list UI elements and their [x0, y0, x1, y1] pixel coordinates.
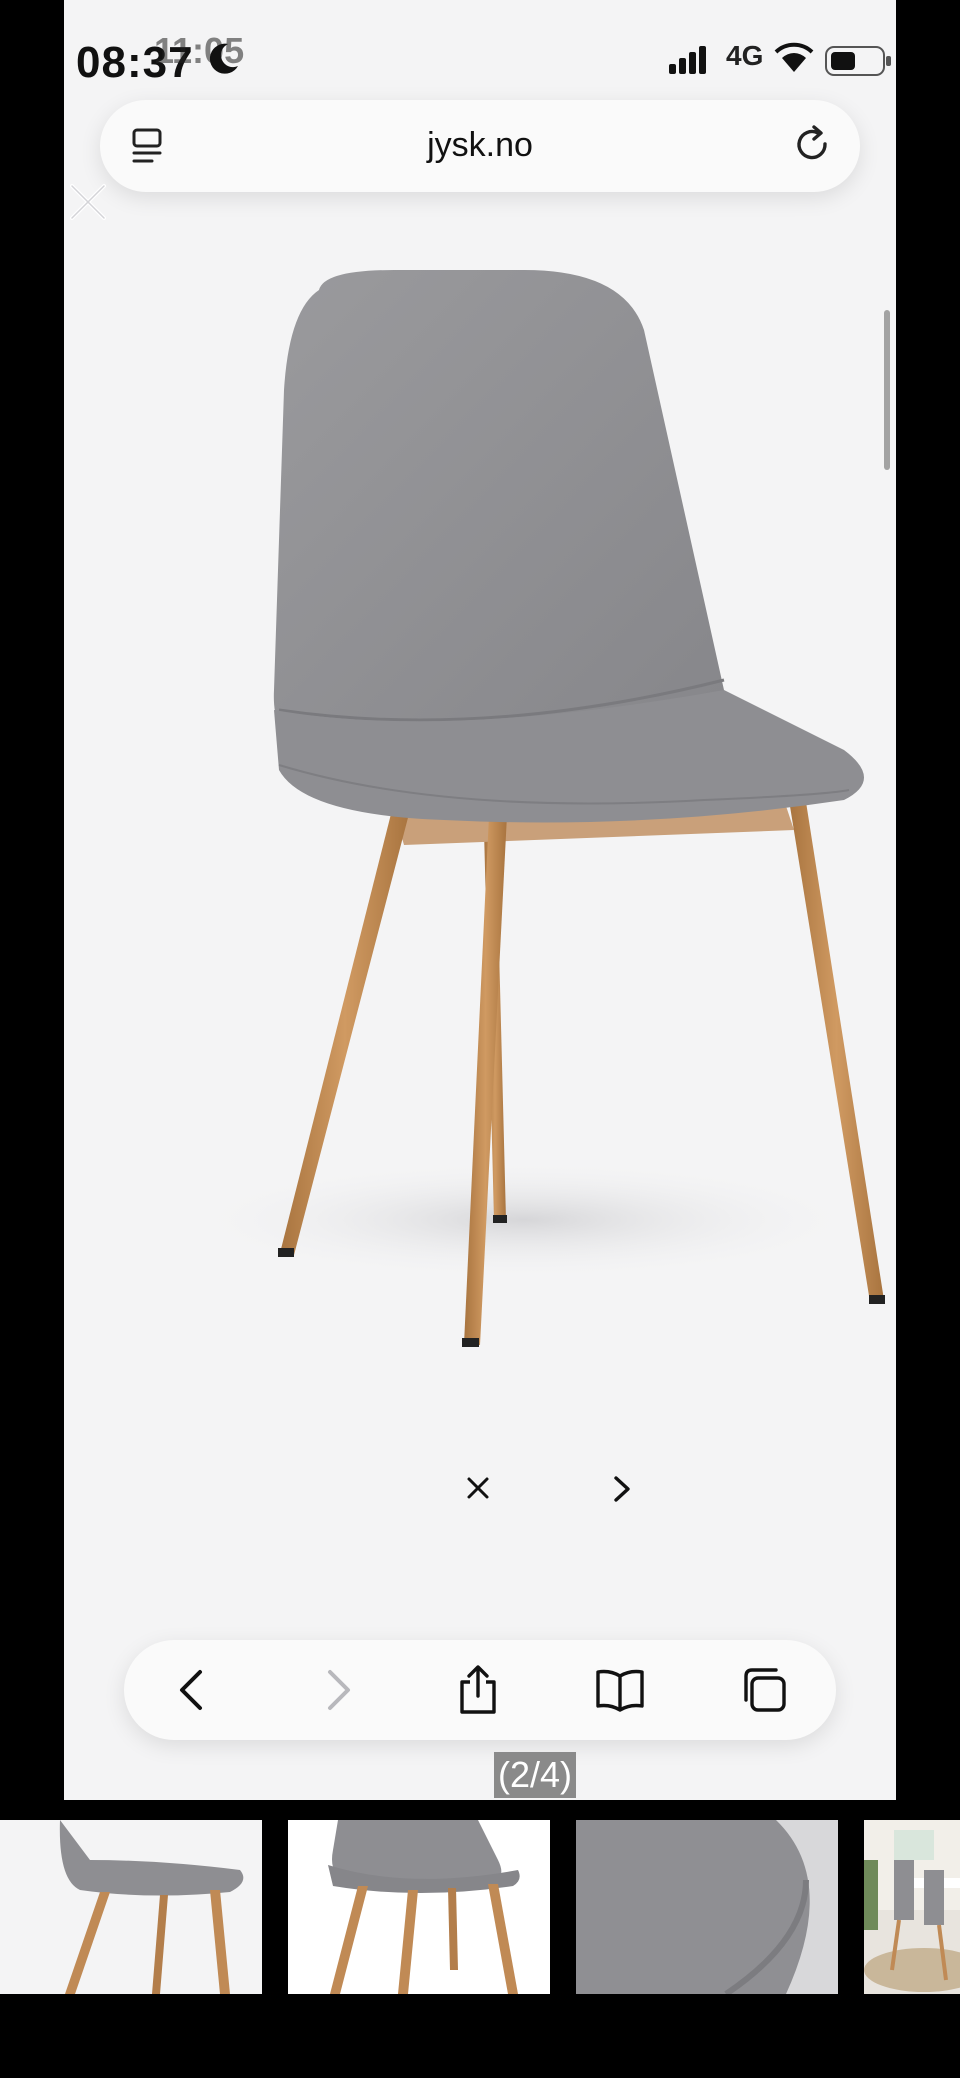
address-bar[interactable]: jysk.no	[100, 100, 860, 192]
gallery-close-icon[interactable]	[466, 1476, 490, 1500]
thumbnail-strip	[0, 1820, 960, 1994]
close-icon[interactable]	[68, 182, 108, 222]
thumbnail-1-image	[59, 1820, 244, 1994]
thumbnail-3[interactable]	[576, 1820, 838, 1994]
thumbnail-3-image	[576, 1820, 838, 1994]
product-image-chair	[184, 270, 885, 1347]
bookmarks-icon[interactable]	[594, 1664, 646, 1716]
url-text[interactable]: jysk.no	[100, 126, 860, 165]
tabs-icon[interactable]	[738, 1664, 790, 1716]
share-icon[interactable]	[452, 1664, 504, 1716]
network-type: 4G	[726, 40, 764, 71]
gallery-next-icon[interactable]	[608, 1474, 636, 1504]
thumbnail-1[interactable]	[0, 1820, 262, 1994]
forward-icon[interactable]	[310, 1664, 362, 1716]
battery-icon	[825, 46, 891, 76]
back-icon[interactable]	[168, 1664, 220, 1716]
thumbnail-2-image	[328, 1820, 520, 1994]
reload-icon[interactable]	[792, 124, 834, 166]
wifi-icon	[774, 42, 814, 72]
browser-viewport: 08:37 11:05 4G jysk.no (2/4)	[64, 0, 896, 1800]
browser-toolbar	[124, 1640, 836, 1740]
thumbnail-4-image	[864, 1820, 960, 1992]
thumbnail-2[interactable]	[288, 1820, 550, 1994]
image-counter: (2/4)	[494, 1752, 577, 1798]
thumbnail-4[interactable]	[864, 1820, 960, 1994]
moon-icon	[209, 43, 238, 74]
